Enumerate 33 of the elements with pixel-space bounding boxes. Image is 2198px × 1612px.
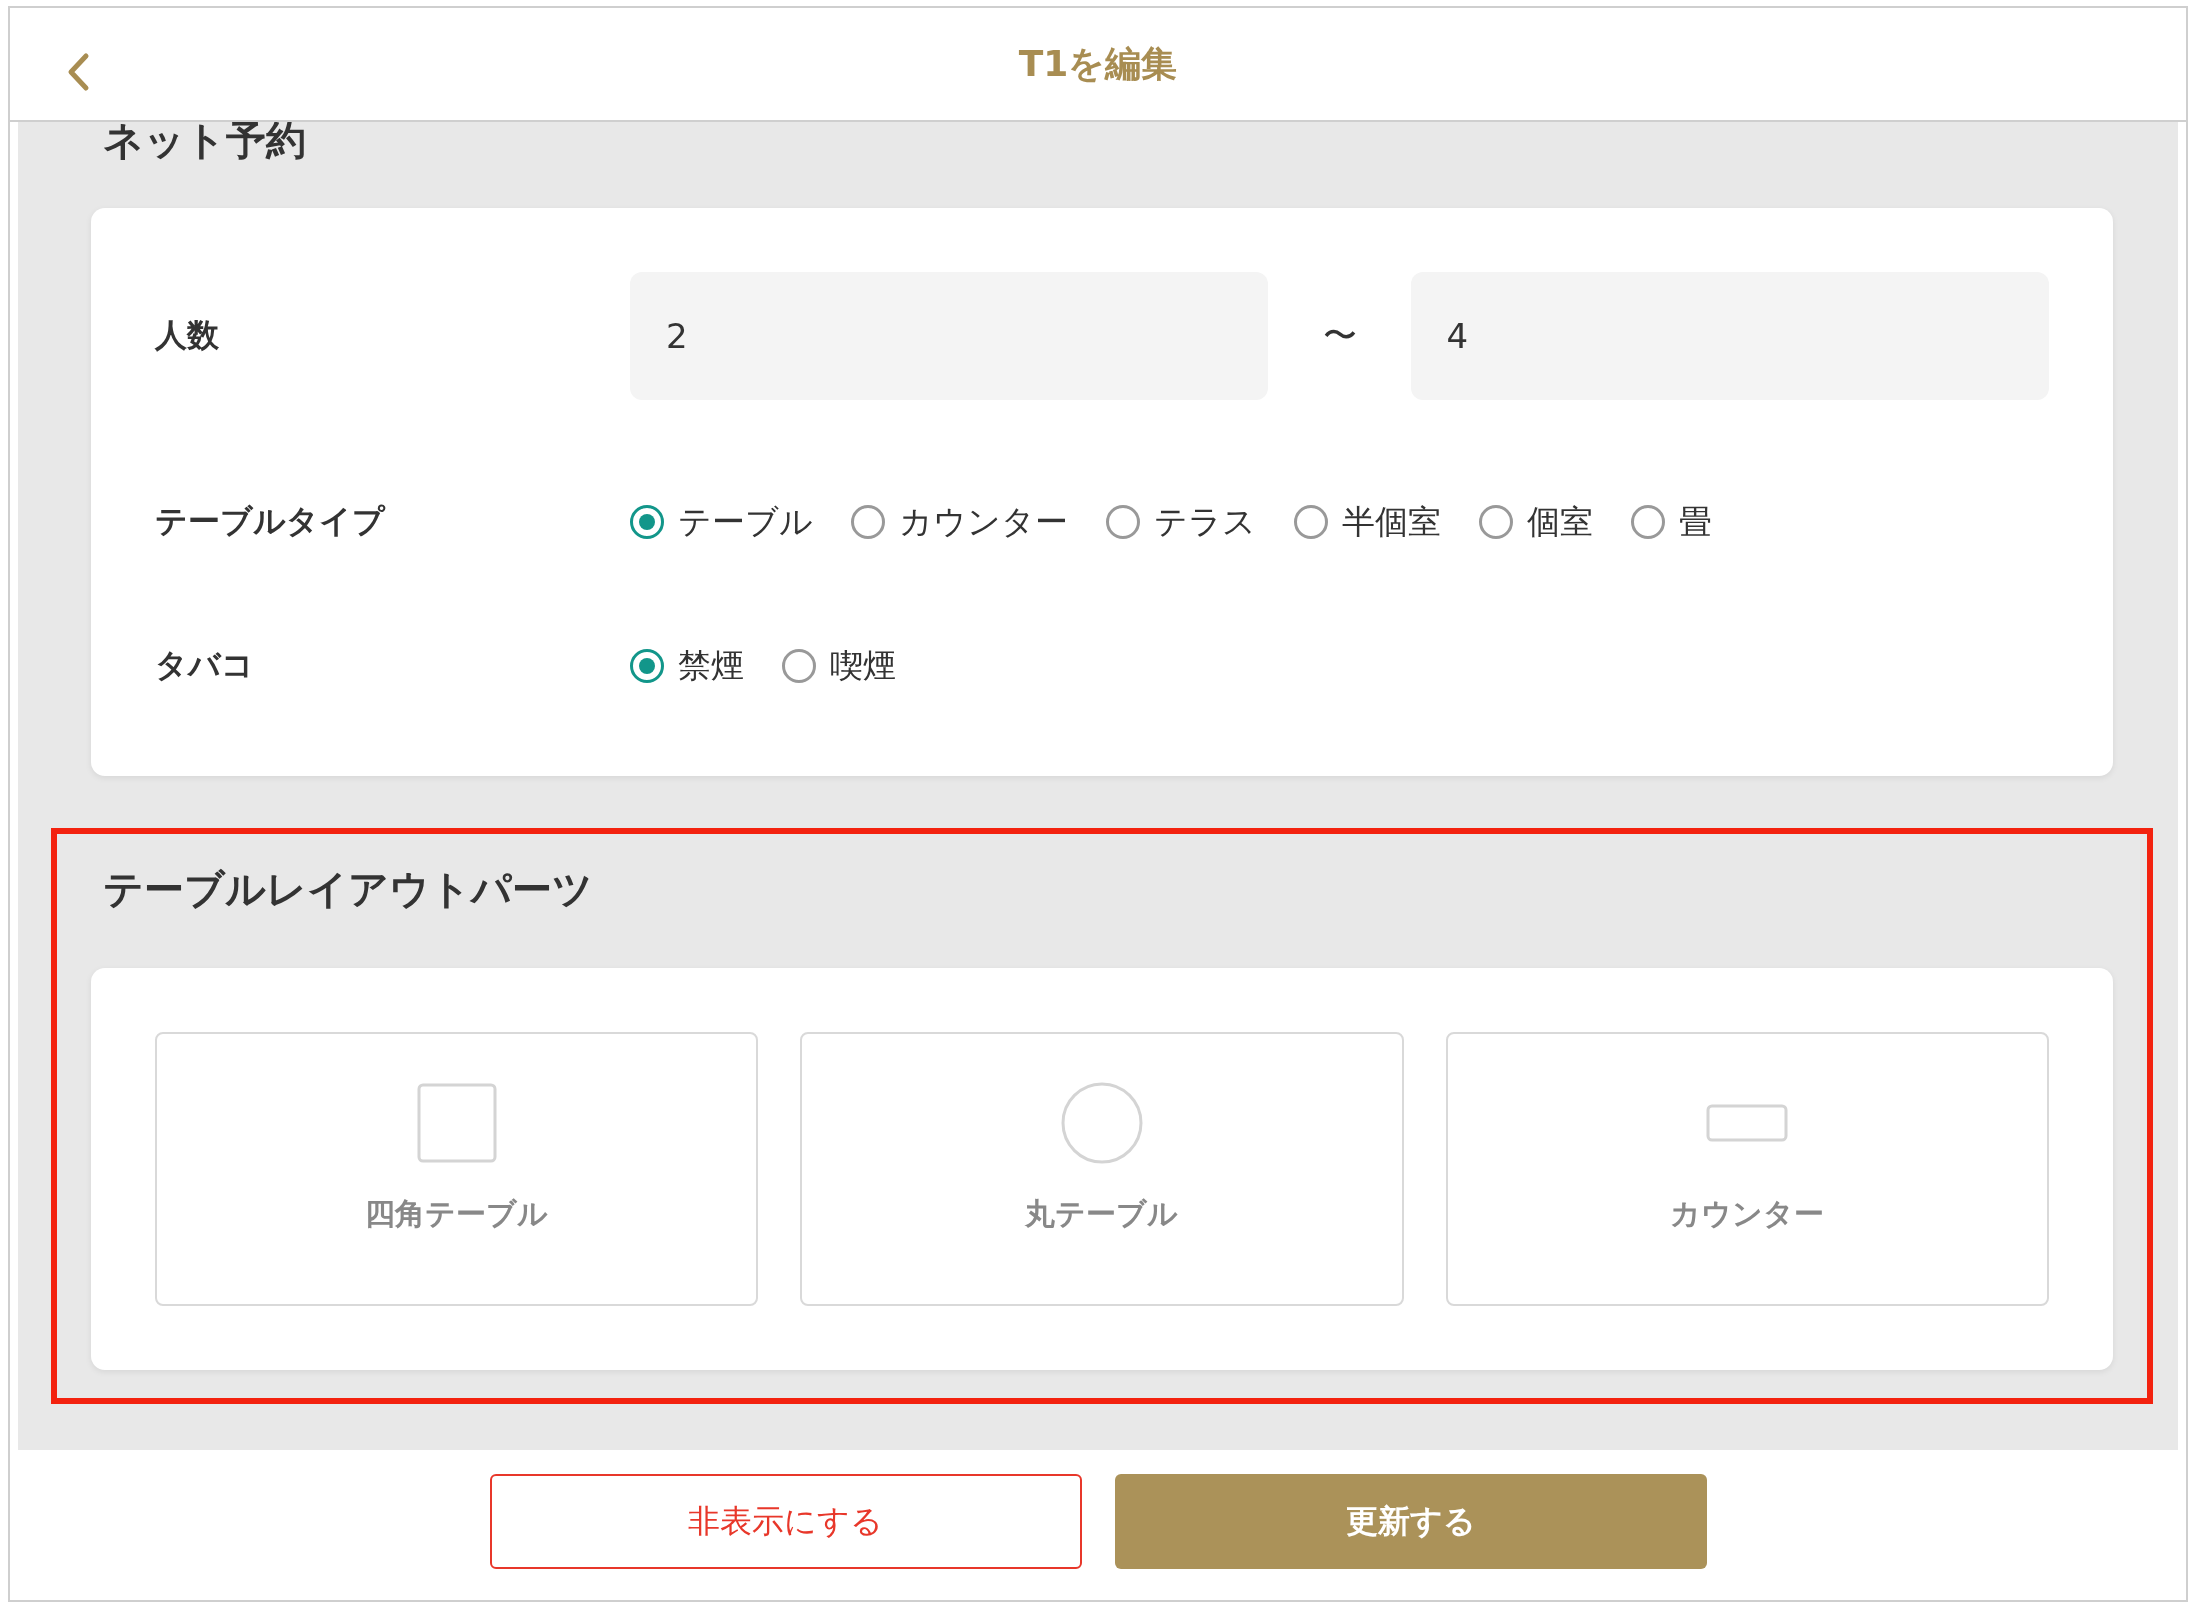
action-button[interactable]: 非表示にする xyxy=(489,1474,1082,1569)
field-label: テーブルタイプ xyxy=(155,501,387,542)
max-party-field[interactable]: 4 xyxy=(1410,272,2049,400)
radio-button[interactable] xyxy=(630,649,664,683)
radio-button[interactable] xyxy=(782,649,816,683)
action-button[interactable]: 更新する xyxy=(1114,1474,1707,1569)
part-tile[interactable]: カウンター xyxy=(1445,1032,2049,1306)
field-label: タバコ xyxy=(155,645,255,686)
round-table-icon xyxy=(1061,1082,1143,1164)
radio-label: 畳 xyxy=(1679,500,1712,543)
range-separator: 〜 xyxy=(1321,314,1358,357)
min-party-field[interactable]: 2 xyxy=(630,272,1269,400)
radio-label: テーブル xyxy=(678,500,813,543)
radio-label: テラス xyxy=(1154,500,1256,543)
radio-label: 個室 xyxy=(1527,500,1593,543)
radio-label: 半個室 xyxy=(1342,500,1441,543)
part-tile[interactable]: 四角テーブル xyxy=(155,1032,759,1306)
section-heading: ネット予約 xyxy=(102,120,307,165)
radio-button[interactable] xyxy=(630,505,664,539)
radio-label: カウンター xyxy=(899,500,1068,543)
back-icon[interactable] xyxy=(66,52,90,92)
radio-button[interactable] xyxy=(1106,505,1140,539)
radio-button[interactable] xyxy=(1479,505,1513,539)
section-heading: テーブルレイアウトパーツ xyxy=(102,865,594,914)
part-tile[interactable]: 丸テーブル xyxy=(800,1032,1404,1306)
radio-button[interactable] xyxy=(1631,505,1665,539)
radio-button[interactable] xyxy=(851,505,885,539)
field-label: 人数 xyxy=(155,315,220,356)
square-table-icon xyxy=(416,1082,497,1164)
radio-label: 禁煙 xyxy=(678,644,744,687)
radio-button[interactable] xyxy=(1294,505,1328,539)
page-title: T1を編集 xyxy=(1018,41,1178,86)
radio-label: 喫煙 xyxy=(830,644,896,687)
